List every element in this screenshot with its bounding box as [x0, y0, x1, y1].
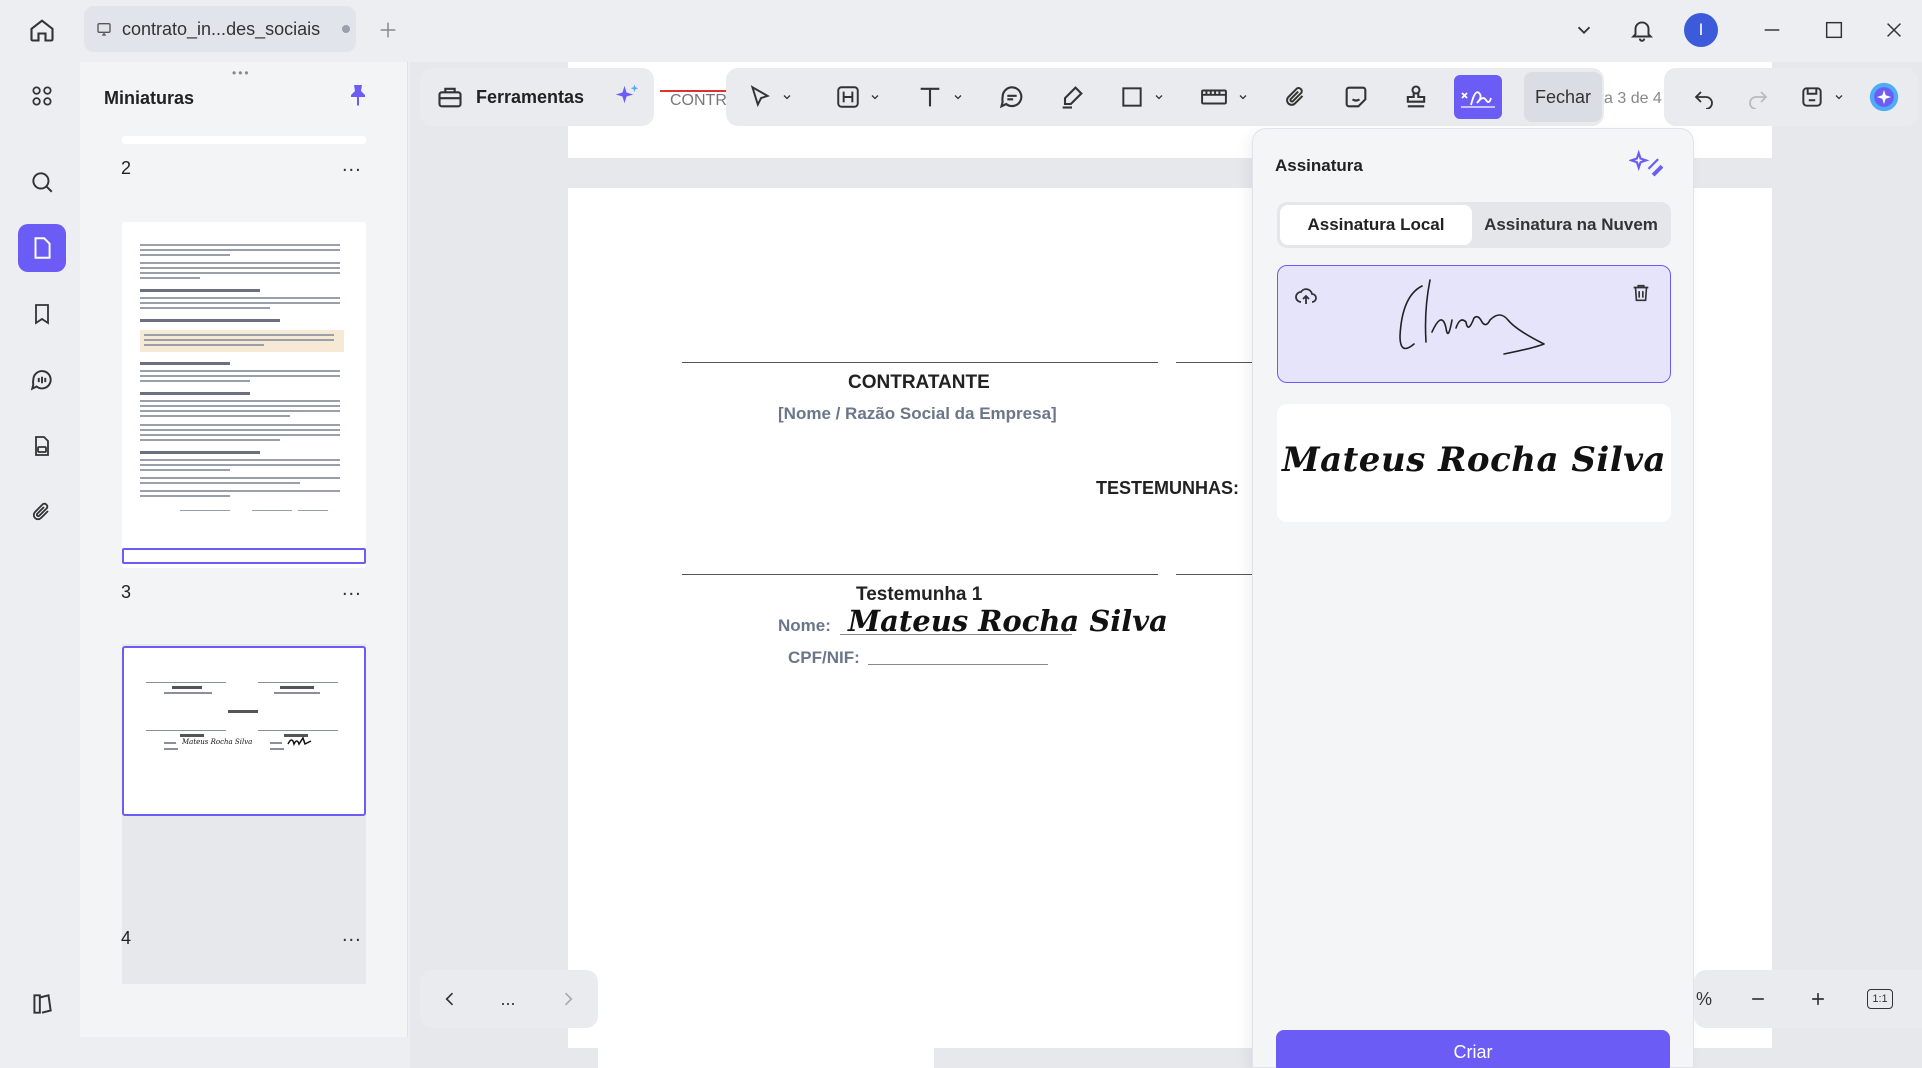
maximize-icon[interactable] [1814, 10, 1854, 50]
text-tool-icon[interactable] [910, 77, 970, 117]
title-bar: contrato_in...des_sociais I [0, 0, 1922, 60]
page-number-4: 4 [121, 928, 132, 948]
document-tab-title: contrato_in...des_sociais [122, 18, 321, 39]
stamp-icon[interactable] [1396, 77, 1436, 117]
cpf-label: CPF/NIF: [788, 648, 860, 667]
save-icon[interactable] [1792, 77, 1852, 117]
shape-tool-icon[interactable] [1110, 77, 1174, 117]
grid-apps-icon[interactable] [18, 72, 66, 120]
toolbox-icon [438, 87, 462, 108]
cpf-underline [868, 664, 1048, 665]
document-tab[interactable]: contrato_in...des_sociais [84, 6, 356, 52]
page-number-3: 3 [121, 582, 132, 602]
witness1-title: Testemunha 1 [856, 584, 983, 605]
avatar[interactable]: I [1684, 13, 1718, 47]
create-signature-button[interactable]: Criar [1276, 1030, 1670, 1068]
signature-tool-icon[interactable] [1454, 75, 1502, 119]
chevron-down-icon[interactable] [1564, 10, 1604, 50]
saved-signature-handwritten[interactable] [1277, 265, 1671, 383]
tab-cloud-signature[interactable]: Assinatura na Nuvem [1473, 205, 1669, 245]
trash-icon[interactable] [1630, 282, 1652, 304]
page-thumbnail-3[interactable] [122, 222, 366, 568]
page-3-selection-outline [122, 548, 366, 564]
page-4-signature-text: Mateus Rocha Silva [181, 738, 252, 746]
zoom-out-icon[interactable] [1738, 979, 1778, 1019]
new-tab-icon[interactable] [368, 10, 408, 50]
page-indicator: a 3 de 4 [1604, 90, 1662, 107]
thumbnails-title: Miniaturas [104, 88, 195, 108]
search-icon[interactable] [18, 158, 66, 206]
close-tool-button[interactable]: Fechar [1524, 72, 1602, 122]
select-cursor-icon[interactable] [740, 77, 800, 117]
contratante-signature-line [682, 362, 1158, 363]
annotation-toolbar [726, 68, 1604, 126]
page-thumbnail-2[interactable] [122, 136, 366, 144]
page-4-preview: Mateus Rocha Silva [146, 682, 338, 750]
page-3-preview [140, 244, 344, 511]
pin-icon[interactable] [346, 82, 370, 108]
page-2-more-button[interactable]: ... [342, 154, 362, 177]
signature-panel-title: Assinatura [1275, 156, 1363, 175]
attachment-icon[interactable] [18, 488, 66, 536]
minimize-icon[interactable] [1752, 10, 1792, 50]
thumbnails-page-icon[interactable] [18, 224, 66, 272]
comments-icon[interactable] [18, 356, 66, 404]
page-navigation: ... [420, 970, 598, 1028]
cloud-upload-icon[interactable] [1294, 284, 1318, 308]
signature-tabs: Assinatura Local Assinatura na Nuvem [1277, 202, 1671, 248]
page-number-2: 2 [121, 158, 132, 178]
page-4-more-button[interactable]: ... [342, 924, 362, 947]
redo-icon[interactable] [1738, 77, 1778, 117]
behind-text: CONTR [670, 92, 727, 109]
home-icon[interactable] [22, 10, 62, 50]
sticker-icon[interactable] [1336, 77, 1376, 117]
left-rail [6, 62, 80, 1042]
tools-box[interactable]: Ferramentas [420, 68, 654, 126]
page-jump-button[interactable]: ... [486, 979, 530, 1019]
attach-file-icon[interactable] [1276, 77, 1316, 117]
thumbnails-panel: ••• Miniaturas 2 ... 3 ... Mateus Rocha … [80, 62, 408, 1037]
page-3-more-button[interactable]: ... [342, 578, 362, 601]
zoom-in-icon[interactable] [1798, 979, 1838, 1019]
saved-signature-typed[interactable]: Mateus Rocha Silva [1277, 404, 1671, 522]
party-title: CONTRATANTE [848, 372, 990, 393]
ai-sparkle-icon[interactable] [612, 82, 642, 112]
party-subtitle: [Nome / Razão Social da Empresa] [778, 404, 1057, 423]
page-thumbnail-4[interactable]: Mateus Rocha Silva [122, 646, 366, 816]
signature-panel: Assinatura Assinatura Local Assinatura n… [1252, 128, 1694, 1068]
ai-assistant-icon[interactable] [1864, 77, 1904, 117]
next-page-icon[interactable] [546, 979, 590, 1019]
undo-icon[interactable] [1684, 77, 1724, 117]
ai-signature-icon[interactable] [1629, 149, 1663, 179]
unsaved-dot [342, 25, 351, 33]
highlighter-icon[interactable] [1052, 77, 1092, 117]
bell-icon[interactable] [1622, 10, 1662, 50]
heading-tool-icon[interactable] [828, 77, 888, 117]
witnesses-label: TESTEMUNHAS: [1096, 478, 1239, 498]
next-page-top [598, 1036, 934, 1068]
close-window-icon[interactable] [1874, 10, 1914, 50]
zoom-controls: % 1:1 [1694, 970, 1922, 1028]
document-tab-icon [97, 23, 111, 36]
measure-tool-icon[interactable] [1192, 77, 1256, 117]
zoom-percent[interactable]: % [1694, 979, 1714, 1019]
fit-actual-size-button[interactable]: 1:1 [1858, 979, 1902, 1019]
handwritten-signature [1399, 279, 1545, 355]
witness1-signature[interactable]: Mateus Rocha Silva [848, 604, 1168, 638]
witness1-signature-line [682, 574, 1158, 575]
previous-page-icon[interactable] [428, 979, 472, 1019]
name-label: Nome: [778, 616, 831, 635]
document-stack-icon[interactable] [18, 422, 66, 470]
bookmark-icon[interactable] [18, 290, 66, 338]
comment-tool-icon[interactable] [992, 77, 1032, 117]
typed-signature-text: Mateus Rocha Silva [1281, 440, 1667, 480]
document-canvas: CONTRATANTE [Nome / Razão Social da Empr… [410, 62, 1922, 1068]
sidebar-toggle-icon[interactable] [18, 980, 66, 1028]
right-toolbar [1664, 68, 1918, 126]
fit-label: 1:1 [1867, 989, 1893, 1009]
tools-label: Ferramentas [476, 86, 585, 107]
tab-local-signature[interactable]: Assinatura Local [1280, 205, 1472, 245]
drag-handle[interactable]: ••• [232, 66, 251, 80]
